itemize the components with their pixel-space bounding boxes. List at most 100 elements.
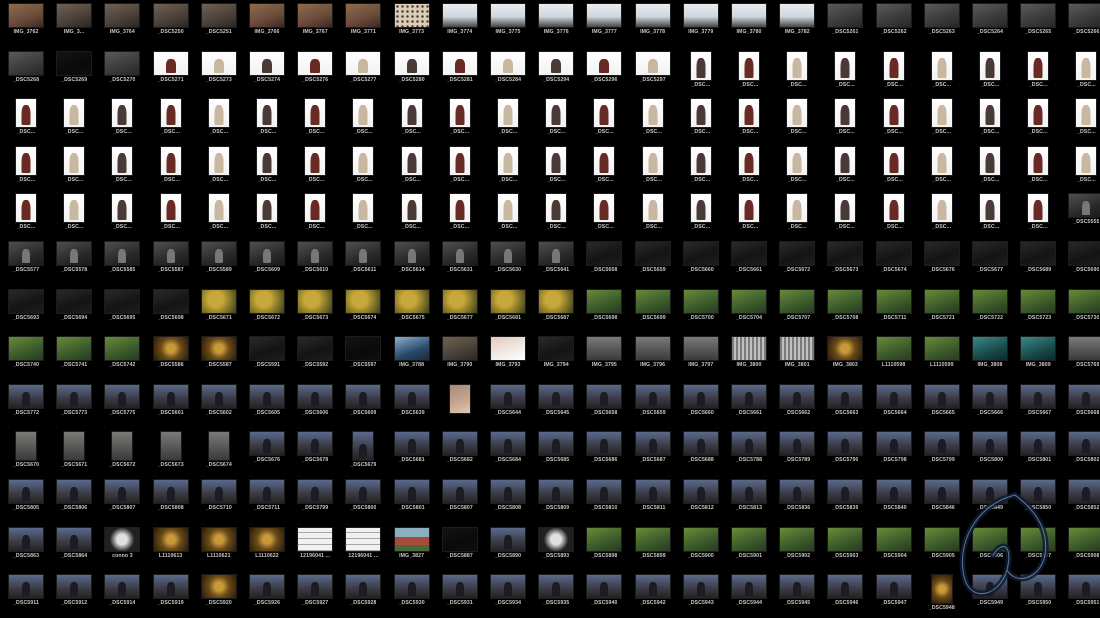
photo-thumbnail[interactable]	[152, 383, 189, 409]
thumbnail-cell[interactable]: _DSC5668	[1062, 382, 1100, 430]
thumbnail-cell[interactable]: _DSC5900	[677, 525, 725, 573]
thumbnail-cell[interactable]: _DSC...	[773, 96, 821, 144]
thumbnail-cell[interactable]: _DSC...	[725, 49, 773, 97]
photo-thumbnail[interactable]	[779, 526, 816, 552]
thumbnail-cell[interactable]: _DSC...	[147, 144, 195, 192]
thumbnail-cell[interactable]: _DSC5689	[1014, 239, 1062, 287]
thumbnail-cell[interactable]: _DSC5904	[870, 525, 918, 573]
thumbnail-cell[interactable]: _DSC5674	[870, 239, 918, 287]
photo-thumbnail[interactable]	[304, 145, 327, 176]
thumbnail-cell[interactable]: _DSC...	[773, 144, 821, 192]
thumbnail-cell[interactable]: _DSC5587	[195, 334, 243, 382]
photo-thumbnail[interactable]	[827, 241, 864, 266]
thumbnail-cell[interactable]: _DSC5907	[1014, 525, 1062, 573]
photo-thumbnail[interactable]	[104, 574, 141, 600]
thumbnail-cell[interactable]: _DSC5942	[629, 572, 677, 618]
photo-thumbnail[interactable]	[63, 431, 86, 462]
thumbnail-cell[interactable]: _DSC5265	[1014, 1, 1062, 49]
thumbnail-cell[interactable]: _DSC...	[677, 49, 725, 97]
thumbnail-cell[interactable]: _DSC5810	[580, 477, 628, 525]
thumbnail-cell[interactable]: _DSC5789	[773, 429, 821, 477]
thumbnail-cell[interactable]: IMG_3794	[532, 334, 580, 382]
photo-thumbnail[interactable]	[200, 50, 237, 76]
photo-thumbnail[interactable]	[297, 383, 334, 409]
thumbnail-cell[interactable]: IMG_3800	[725, 334, 773, 382]
photo-thumbnail[interactable]	[256, 145, 278, 176]
thumbnail-cell[interactable]: _DSC5672	[243, 287, 291, 335]
photo-thumbnail[interactable]	[779, 431, 816, 457]
photo-thumbnail[interactable]	[875, 479, 912, 504]
thumbnail-cell[interactable]: IMG_3773	[388, 1, 436, 49]
photo-thumbnail[interactable]	[731, 383, 767, 409]
photo-thumbnail[interactable]	[393, 574, 430, 600]
thumbnail-cell[interactable]: _DSC...	[339, 144, 387, 192]
thumbnail-cell[interactable]: _DSC5684	[484, 429, 532, 477]
thumbnail-cell[interactable]: _DSC5685	[532, 429, 580, 477]
photo-thumbnail[interactable]	[111, 145, 134, 176]
photo-thumbnail[interactable]	[8, 3, 44, 28]
photo-thumbnail[interactable]	[779, 288, 816, 314]
photo-thumbnail[interactable]	[104, 241, 141, 266]
photo-thumbnail[interactable]	[490, 288, 526, 314]
thumbnail-cell[interactable]: _DSC5687	[629, 429, 677, 477]
photo-thumbnail[interactable]	[441, 50, 478, 76]
thumbnail-cell[interactable]: _DSC5678	[291, 429, 339, 477]
photo-thumbnail[interactable]	[930, 574, 953, 605]
thumbnail-cell[interactable]: _DSC5723	[1014, 287, 1062, 335]
photo-thumbnail[interactable]	[297, 241, 334, 266]
thumbnail-cell[interactable]: _DSC...	[677, 96, 725, 144]
photo-thumbnail[interactable]	[538, 574, 575, 600]
thumbnail-cell[interactable]: _DSC5280	[388, 49, 436, 97]
photo-thumbnail[interactable]	[8, 288, 44, 314]
photo-thumbnail[interactable]	[682, 241, 719, 266]
thumbnail-cell[interactable]: _DSC...	[291, 96, 339, 144]
thumbnail-cell[interactable]: _DSC5663	[821, 382, 869, 430]
thumbnail-cell[interactable]: _DSC5592	[291, 334, 339, 382]
photo-thumbnail[interactable]	[1020, 574, 1057, 600]
thumbnail-cell[interactable]: _DSC...	[725, 144, 773, 192]
thumbnail-cell[interactable]: _DSC5944	[725, 572, 773, 618]
thumbnail-cell[interactable]: _DSC5660	[677, 382, 725, 430]
thumbnail-cell[interactable]: _DSC5801	[1014, 429, 1062, 477]
photo-thumbnail[interactable]	[345, 241, 382, 266]
thumbnail-cell[interactable]: _DSC5585	[98, 239, 146, 287]
thumbnail-cell[interactable]: _DSC5605	[243, 382, 291, 430]
photo-thumbnail[interactable]	[641, 145, 664, 176]
thumbnail-cell[interactable]: _DSC5700	[677, 287, 725, 335]
thumbnail-cell[interactable]: _DSC5790	[821, 429, 869, 477]
photo-thumbnail[interactable]	[200, 241, 237, 266]
photo-thumbnail[interactable]	[490, 574, 526, 600]
thumbnail-cell[interactable]: _DSC...	[1014, 96, 1062, 144]
thumbnail-cell[interactable]: _DSC...	[821, 49, 869, 97]
thumbnail-cell[interactable]: _DSC5261	[821, 1, 869, 49]
photo-thumbnail[interactable]	[689, 145, 712, 176]
thumbnail-cell[interactable]: _DSC5294	[532, 49, 580, 97]
thumbnail-cell[interactable]: _DSC5671	[195, 287, 243, 335]
thumbnail-cell[interactable]: _DSC5667	[1014, 382, 1062, 430]
thumbnail-cell[interactable]: _DSC5698	[580, 287, 628, 335]
thumbnail-cell[interactable]: _DSC5850	[1014, 477, 1062, 525]
thumbnail-cell[interactable]: _DSC...	[195, 191, 243, 239]
photo-thumbnail[interactable]	[1068, 526, 1100, 552]
photo-thumbnail[interactable]	[923, 336, 960, 362]
thumbnail-cell[interactable]: _DSC5807	[436, 477, 484, 525]
thumbnail-cell[interactable]: _DSC5675	[388, 287, 436, 335]
photo-thumbnail[interactable]	[304, 193, 327, 224]
photo-thumbnail[interactable]	[152, 574, 189, 600]
photo-thumbnail[interactable]	[586, 526, 623, 552]
photo-thumbnail[interactable]	[834, 145, 857, 176]
thumbnail-cell[interactable]: _DSC...	[580, 96, 628, 144]
thumbnail-cell[interactable]: _DSC...	[2, 191, 50, 239]
photo-thumbnail[interactable]	[923, 479, 960, 504]
photo-thumbnail[interactable]	[352, 431, 375, 462]
thumbnail-cell[interactable]: _DSC5686	[580, 429, 628, 477]
photo-thumbnail[interactable]	[827, 3, 864, 28]
photo-thumbnail[interactable]	[256, 98, 278, 129]
photo-thumbnail[interactable]	[779, 574, 816, 600]
photo-thumbnail[interactable]	[400, 98, 423, 129]
thumbnail-cell[interactable]: _DSC...	[243, 144, 291, 192]
photo-thumbnail[interactable]	[441, 336, 478, 362]
thumbnail-cell[interactable]: _DSC5645	[532, 382, 580, 430]
photo-thumbnail[interactable]	[448, 98, 471, 129]
photo-thumbnail[interactable]	[1020, 288, 1057, 314]
